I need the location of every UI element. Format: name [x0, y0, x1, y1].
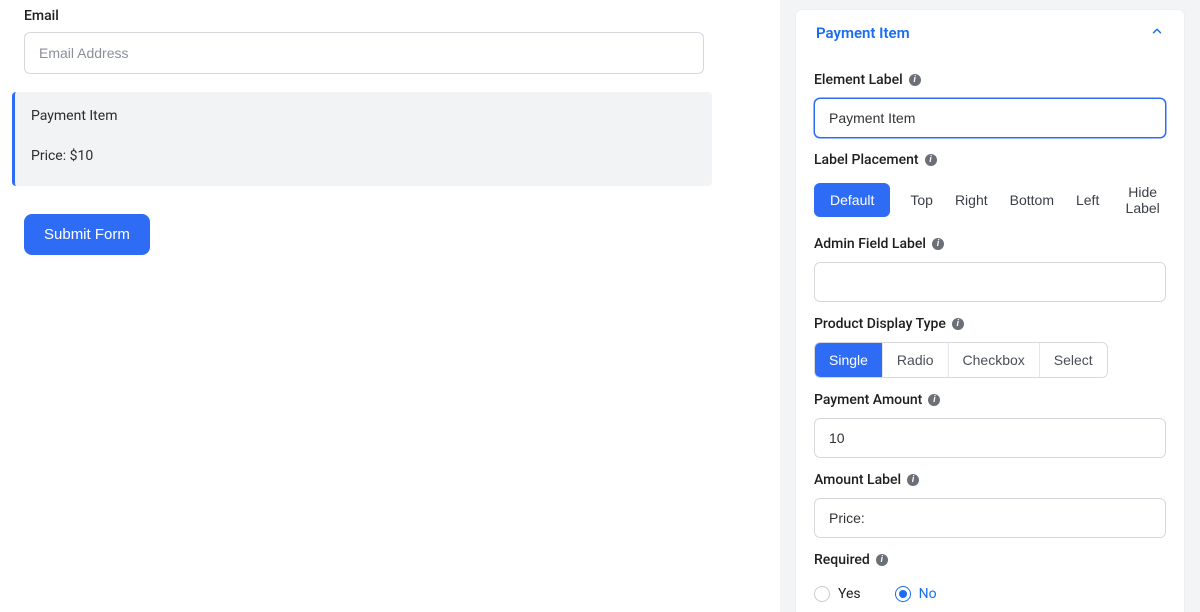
settings-pane: Payment Item Element Label i Label Place… — [780, 0, 1200, 612]
radio-icon — [895, 586, 911, 602]
display-type-checkbox-button[interactable]: Checkbox — [949, 343, 1040, 377]
info-icon[interactable]: i — [876, 554, 888, 566]
payment-amount-caption: Payment Amount i — [814, 392, 940, 408]
admin-field-label-group: Admin Field Label i — [814, 236, 1166, 302]
radio-icon — [814, 586, 830, 602]
label-placement-caption: Label Placement i — [814, 152, 937, 168]
admin-field-label-text: Admin Field Label — [814, 236, 926, 252]
panel-title: Payment Item — [816, 24, 910, 42]
product-display-type-caption: Product Display Type i — [814, 316, 964, 332]
email-input[interactable] — [24, 32, 704, 74]
panel-header[interactable]: Payment Item — [814, 10, 1166, 58]
placement-left-button[interactable]: Left — [1074, 186, 1101, 214]
payment-price-label: Price: — [31, 148, 66, 164]
label-placement-text: Label Placement — [814, 152, 919, 168]
display-type-select-button[interactable]: Select — [1040, 343, 1107, 377]
amount-label-text: Amount Label — [814, 472, 901, 488]
form-preview-pane: Email Payment Item Price: $10 Submit For… — [0, 0, 780, 612]
amount-label-group: Amount Label i — [814, 472, 1166, 538]
email-field-block: Email — [24, 8, 756, 74]
payment-price-value: $10 — [70, 148, 94, 164]
required-no-label: No — [919, 586, 937, 602]
element-label-group: Element Label i — [814, 72, 1166, 138]
element-label-caption: Element Label i — [814, 72, 921, 88]
info-icon[interactable]: i — [952, 318, 964, 330]
required-radio-row: Yes No — [814, 586, 1166, 602]
info-icon[interactable]: i — [907, 474, 919, 486]
payment-amount-text: Payment Amount — [814, 392, 922, 408]
display-type-single-button[interactable]: Single — [815, 343, 883, 377]
submit-form-button[interactable]: Submit Form — [24, 214, 150, 255]
label-placement-options: Default Top Right Bottom Left Hide Label — [814, 178, 1166, 222]
payment-item-block[interactable]: Payment Item Price: $10 — [12, 92, 712, 186]
payment-amount-group: Payment Amount i — [814, 392, 1166, 458]
required-yes-label: Yes — [838, 586, 861, 602]
required-no-radio[interactable]: No — [895, 586, 937, 602]
info-icon[interactable]: i — [925, 154, 937, 166]
placement-hide-button[interactable]: Hide Label — [1119, 178, 1166, 222]
required-caption: Required i — [814, 552, 888, 568]
settings-card: Payment Item Element Label i Label Place… — [796, 10, 1184, 612]
placement-bottom-button[interactable]: Bottom — [1008, 186, 1056, 214]
payment-amount-input[interactable] — [814, 418, 1166, 458]
placement-top-button[interactable]: Top — [908, 186, 935, 214]
label-placement-group: Label Placement i Default Top Right Bott… — [814, 152, 1166, 222]
admin-field-label-caption: Admin Field Label i — [814, 236, 944, 252]
email-label: Email — [24, 8, 756, 24]
product-display-type-text: Product Display Type — [814, 316, 946, 332]
element-label-text: Element Label — [814, 72, 903, 88]
info-icon[interactable]: i — [909, 74, 921, 86]
payment-item-title: Payment Item — [31, 108, 696, 124]
element-label-input[interactable] — [814, 98, 1166, 138]
required-yes-radio[interactable]: Yes — [814, 586, 861, 602]
amount-label-input[interactable] — [814, 498, 1166, 538]
chevron-up-icon — [1150, 24, 1164, 42]
info-icon[interactable]: i — [928, 394, 940, 406]
payment-item-price: Price: $10 — [31, 148, 696, 164]
product-display-type-segmented: Single Radio Checkbox Select — [814, 342, 1108, 378]
product-display-type-group: Product Display Type i Single Radio Chec… — [814, 316, 1166, 378]
info-icon[interactable]: i — [932, 238, 944, 250]
required-text: Required — [814, 552, 870, 568]
amount-label-caption: Amount Label i — [814, 472, 919, 488]
placement-right-button[interactable]: Right — [953, 186, 990, 214]
required-group: Required i Yes No — [814, 552, 1166, 602]
admin-field-label-input[interactable] — [814, 262, 1166, 302]
display-type-radio-button[interactable]: Radio — [883, 343, 949, 377]
placement-default-button[interactable]: Default — [814, 183, 890, 217]
